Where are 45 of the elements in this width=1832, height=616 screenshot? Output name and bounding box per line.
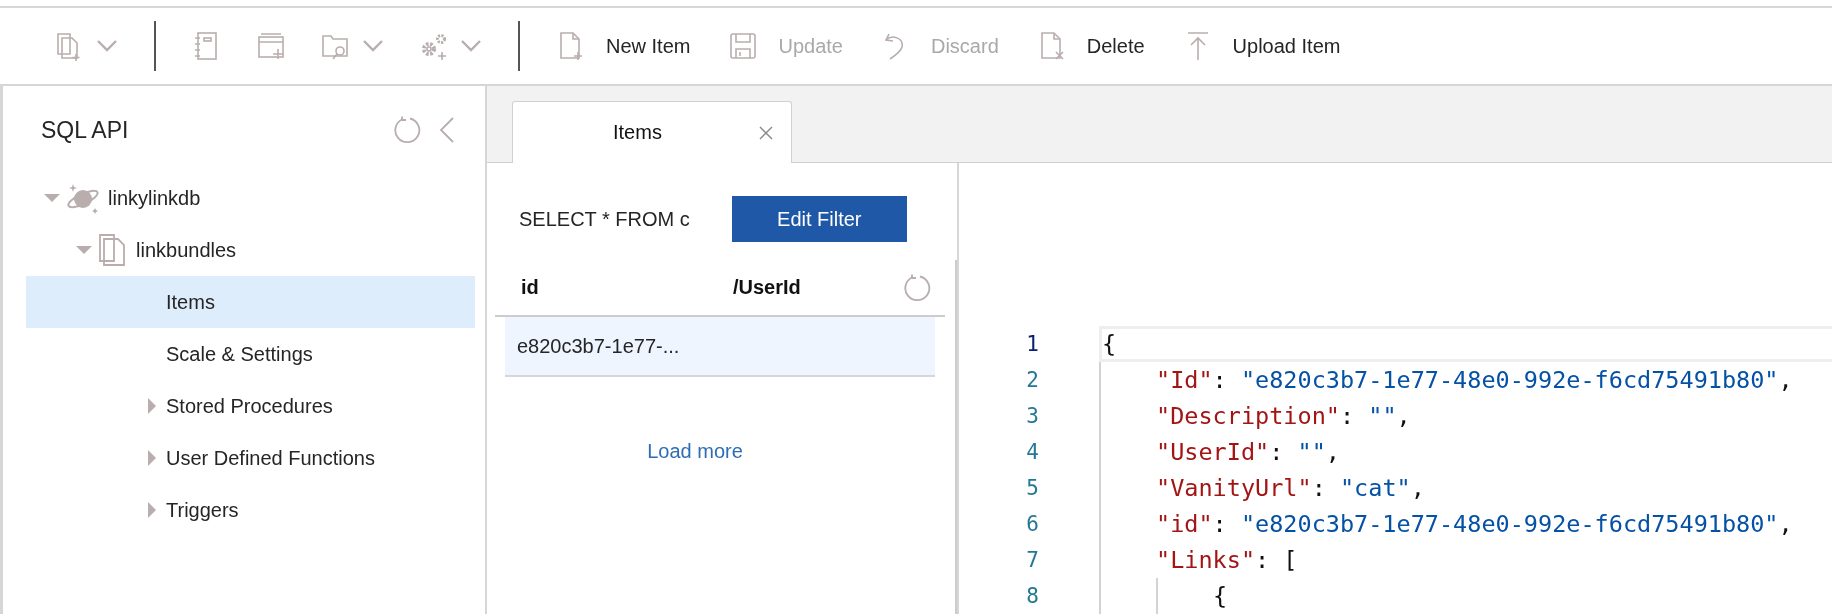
close-icon[interactable] [759, 125, 773, 140]
code-text: "Description": "", [1156, 402, 1411, 430]
line-number: 1 [1025, 332, 1040, 356]
line-number: 4 [1025, 440, 1040, 464]
tree-item[interactable]: Stored Procedures [26, 380, 475, 432]
planet-icon [66, 182, 100, 214]
tree-item[interactable]: linkylinkdb [26, 172, 475, 224]
line-number: 3 [1025, 404, 1040, 428]
query-text: SELECT * FROM c [519, 207, 690, 231]
panel-title: SQL API [41, 116, 130, 144]
column-header: /UserId [733, 276, 801, 298]
chevron-down-icon [460, 39, 482, 53]
load-more-link[interactable]: Load more [641, 439, 749, 464]
code-text: "id": "e820c3b7-1e77-48e0-992e-f6cd75491b80", [1156, 510, 1793, 538]
tree-item[interactable]: Scale & Settings [26, 328, 475, 380]
code-text: "VanityUrl": "cat", [1156, 474, 1425, 502]
code-text: { [1213, 582, 1228, 610]
toolbar-button[interactable]: Upload Item [1178, 24, 1345, 68]
toolbar-button[interactable]: New Item [552, 24, 695, 68]
tree-item[interactable]: User Defined Functions [26, 432, 475, 484]
line-number: 7 [1025, 548, 1040, 572]
code-text: "Id": "e820c3b7-1e77-48e0-992e-f6cd75491b80", [1156, 366, 1793, 394]
documents-icon [98, 233, 128, 267]
new-query-icon [256, 30, 286, 62]
refresh-icon[interactable] [393, 116, 421, 144]
tree-item[interactable]: Triggers [26, 484, 475, 536]
collapse-icon[interactable] [439, 116, 455, 144]
line-number: 5 [1025, 476, 1040, 500]
tab[interactable]: Items [512, 101, 792, 163]
code-text: "Links": [ [1156, 546, 1298, 574]
column-header: id [520, 276, 540, 299]
save-icon [728, 30, 759, 62]
refresh-icon[interactable] [903, 273, 931, 302]
table-row[interactable]: e820c3b7-1e77-... [505, 317, 935, 377]
chevron-down-icon [362, 39, 384, 53]
edit-filter-button[interactable]: Edit Filter [731, 196, 907, 242]
tree-item[interactable]: linkbundles [26, 224, 475, 276]
line-number: 8 [1025, 584, 1040, 608]
line-number: 6 [1025, 512, 1040, 536]
code-text: { [1102, 330, 1117, 358]
tree-item[interactable]: Items [26, 276, 475, 328]
toolbar-button[interactable]: Delete [1032, 24, 1149, 68]
code-text: "UserId": "", [1156, 438, 1340, 466]
chevron-down-icon [96, 39, 118, 53]
line-number: 2 [1025, 368, 1040, 392]
